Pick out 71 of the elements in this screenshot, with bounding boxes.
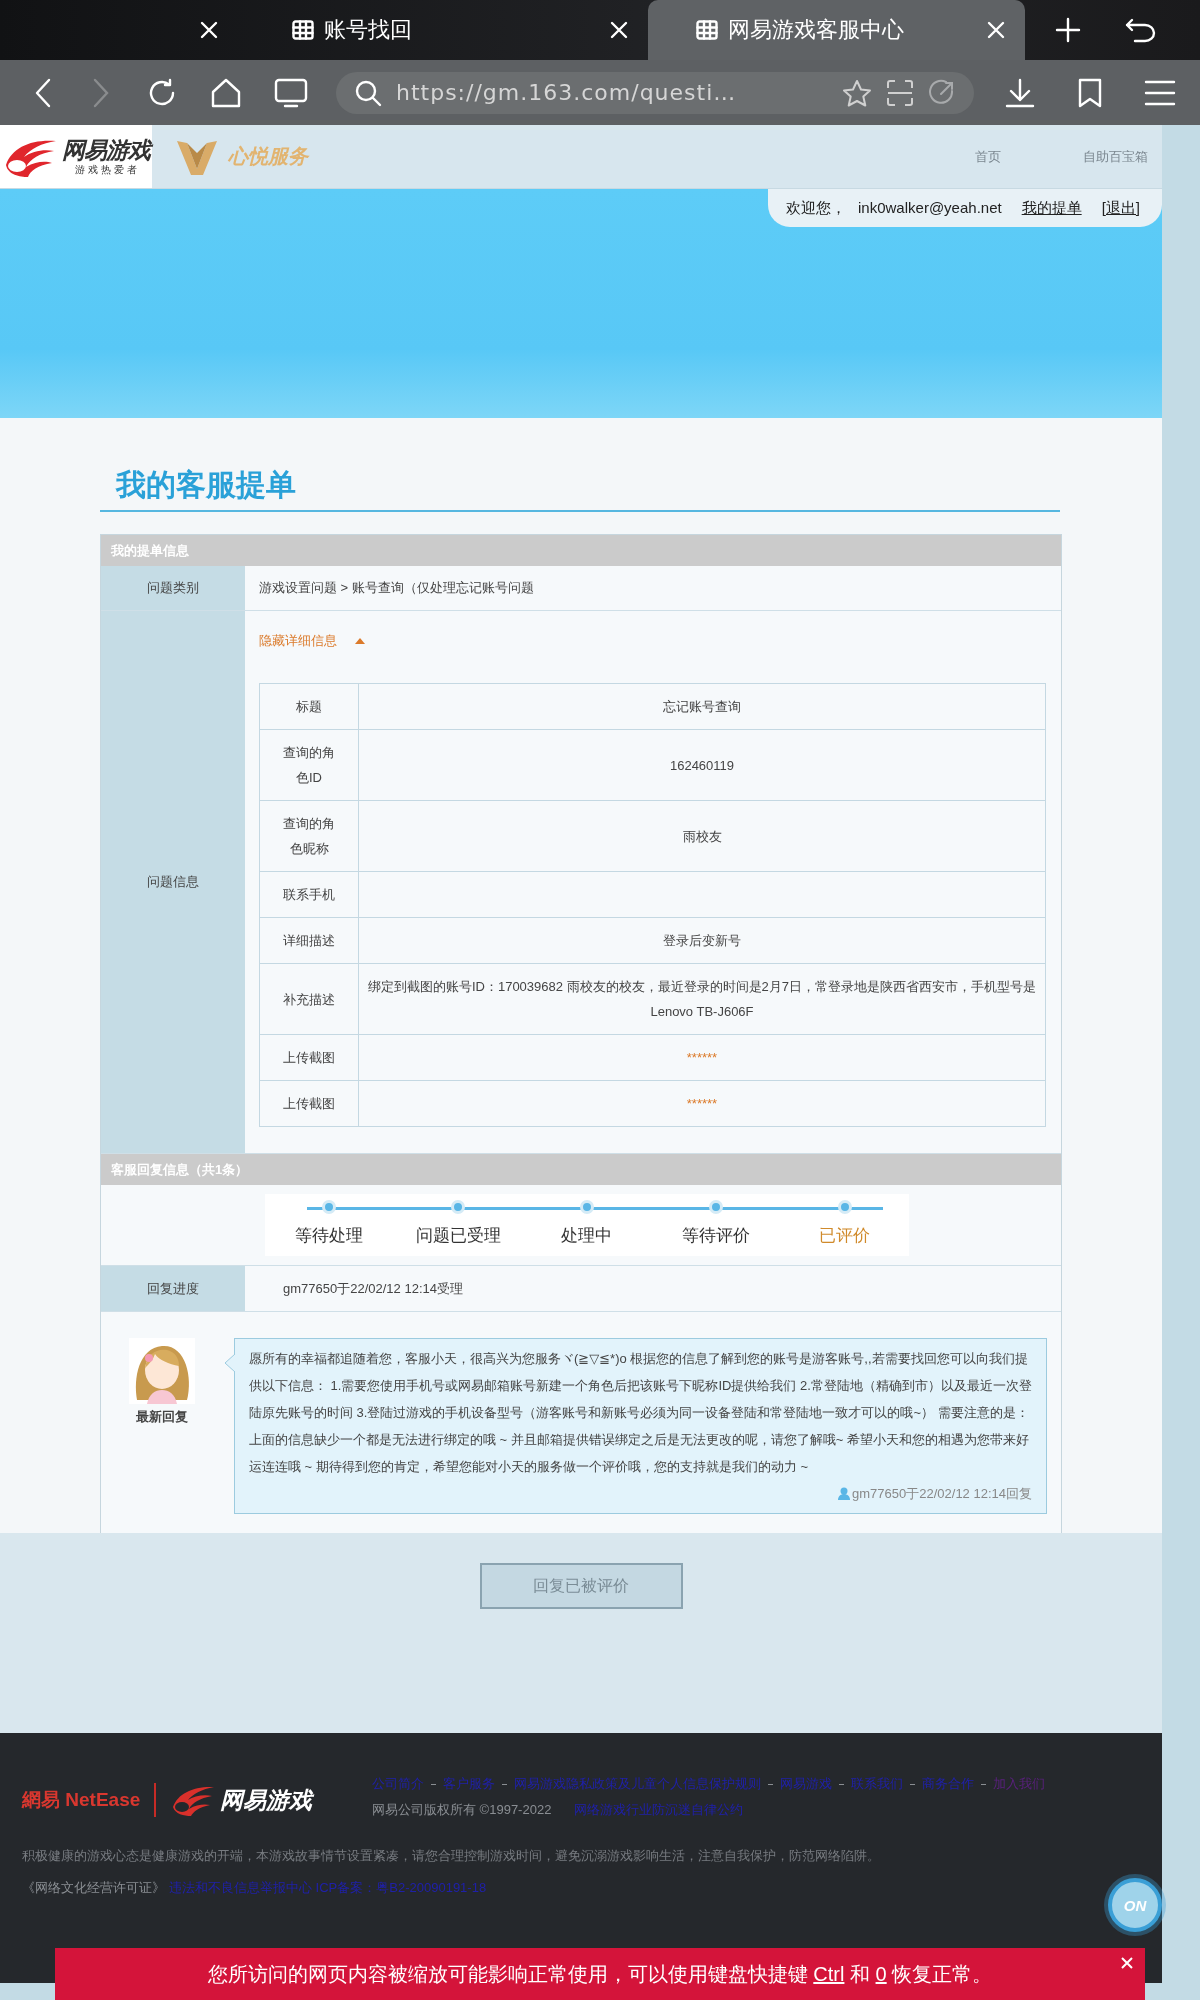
- avatar-icon: [129, 1338, 195, 1404]
- copyright-text: 网易公司版权所有 ©1997-2022: [372, 1801, 552, 1819]
- table-cell: 雨校友: [358, 800, 1046, 872]
- browser-tab[interactable]: 网易游戏客服中心: [648, 0, 1025, 60]
- step-dot: [451, 1200, 466, 1214]
- field-label: 回复进度: [101, 1266, 245, 1311]
- reply-message: 愿所有的幸福都追随着您，客服小天，很高兴为您服务ヾ(≧▽≦*)o 根据您的信息了解到您的账号是游客账号,,若需要找回您可以向我们提供以下信息： 1.需要您使用手机号或网易邮箱账号新建一个角色后把该账号下昵称ID提供给我们 2.常登陆地（精确到市）以及最近一次登陆原先账号的时间 3.登陆过游戏的手机设备型号（游客账号和新账号必须为同一设备登陆和常登陆地一致才可以的哦~） 需要注意的是：上面的信息缺少一个都是无法进行绑定的哦 ~ 并且邮箱提供错误绑定之后是无法更改的呢，请您了解哦~ 希望小天和您的相遇为您带来好运连连哦 ~ 期待得到您的肯定，希望您能对小天的服务做一个评价哦，您的支持就是我们的动力 ~: [249, 1350, 1032, 1476]
- my-tickets-link[interactable]: 我的提单: [1021, 198, 1082, 218]
- nav-link[interactable]: 自助百宝箱: [1083, 147, 1148, 166]
- user-email: ink0walker@yeah.net: [858, 198, 1002, 218]
- health-notice: 积极健康的游戏心态是健康游戏的开端，本游戏故事情节设置紧凑，请您合理控制游戏时间，避免沉溺游戏影响生活，注意自我保护，防范网络陷阱。: [22, 1847, 881, 1865]
- table-cell: 上传截图: [259, 1034, 359, 1081]
- table-cell: 查询的角色ID: [259, 729, 359, 801]
- table-cell: 登录后变新号: [358, 917, 1046, 964]
- masked-link[interactable]: ******: [358, 1080, 1046, 1127]
- step-dot: [837, 1200, 852, 1214]
- table-cell: 162460119: [358, 729, 1046, 801]
- menu-icon[interactable]: [1144, 78, 1176, 107]
- star-icon[interactable]: [842, 78, 872, 107]
- game-logo-text: 网易游戏: [220, 1785, 313, 1815]
- zoom-notice-text: 您所访问的网页内容被缩放可能影响正常使用，可以使用键盘快捷键 Ctrl 和 0 恢复正常。: [207, 1961, 993, 1987]
- bookmark-icon[interactable]: [1076, 76, 1104, 109]
- plus-icon[interactable]: [1055, 17, 1081, 43]
- search-icon: [354, 78, 382, 107]
- user-icon: [838, 1487, 851, 1500]
- step-dot: [708, 1200, 723, 1214]
- toggle-details-link[interactable]: 隐藏详细信息: [259, 632, 337, 650]
- game-logo[interactable]: 网易游戏 游 戏 热 爱 者: [0, 125, 152, 188]
- scan-icon[interactable]: [886, 78, 914, 107]
- table-cell: 查询的角色昵称: [259, 800, 359, 872]
- close-icon[interactable]: [987, 21, 1005, 39]
- table-cell: 忘记账号查询: [358, 683, 1046, 730]
- close-icon[interactable]: [200, 21, 218, 39]
- step-dot: [322, 1200, 337, 1214]
- field-value: 游戏设置问题 > 账号查询（仅处理忘记账号问题: [258, 579, 535, 597]
- address-bar[interactable]: https://gm.163.com/questi…: [336, 71, 974, 114]
- field-label: 问题类别: [101, 566, 245, 610]
- reply-signature: gm77650于22/02/12 12:14回复: [852, 1485, 1032, 1503]
- download-icon[interactable]: [1004, 76, 1036, 109]
- home-icon[interactable]: [210, 76, 242, 109]
- step-label: 问题已受理: [415, 1225, 501, 1247]
- step-label: 已评价: [819, 1225, 871, 1247]
- field-label: 问题信息: [101, 611, 245, 1153]
- table-cell: 补充描述: [259, 963, 359, 1035]
- tablet-icon[interactable]: [274, 77, 308, 108]
- netease-logo: 網易 NetEase: [22, 1788, 141, 1812]
- masked-link[interactable]: ******: [358, 1034, 1046, 1081]
- grid-icon: [696, 20, 718, 40]
- logo-subtext: 游 戏 热 爱 者: [75, 164, 137, 175]
- caret-up-icon[interactable]: [355, 638, 365, 644]
- table-cell: 联系手机: [259, 871, 359, 918]
- table-cell: 详细描述: [259, 917, 359, 964]
- reply-caption: 最新回复: [136, 1408, 188, 1426]
- grid-icon: [292, 20, 314, 40]
- close-icon[interactable]: [610, 21, 628, 39]
- page-title: 我的客服提单: [114, 467, 297, 503]
- table-cell: 上传截图: [259, 1080, 359, 1127]
- field-value: gm77650于22/02/12 12:14受理: [282, 1279, 464, 1298]
- step-label: 处理中: [561, 1225, 613, 1247]
- license-text: 《网络文化经营许可证》: [22, 1879, 165, 1897]
- table-cell: 标题: [259, 683, 359, 730]
- service-logo-text: 心悦服务: [228, 144, 308, 169]
- table-cell: 绑定到截图的账号ID：170039682 雨校友的校友，最近登录的时间是2月7日，常登录地是陕西省西安市，手机型号是Lenovo TB-J606F: [358, 963, 1046, 1035]
- step-label: 等待评价: [681, 1225, 750, 1247]
- step-label: 等待处理: [295, 1225, 364, 1247]
- nav-link[interactable]: 首页: [975, 147, 1001, 166]
- undo-icon[interactable]: [1125, 17, 1157, 43]
- logout-link[interactable]: [退出]: [1101, 198, 1140, 218]
- browser-tab[interactable]: 账号找回: [230, 0, 648, 60]
- step-dot: [580, 1200, 594, 1214]
- welcome-text: 欢迎您，: [786, 198, 846, 218]
